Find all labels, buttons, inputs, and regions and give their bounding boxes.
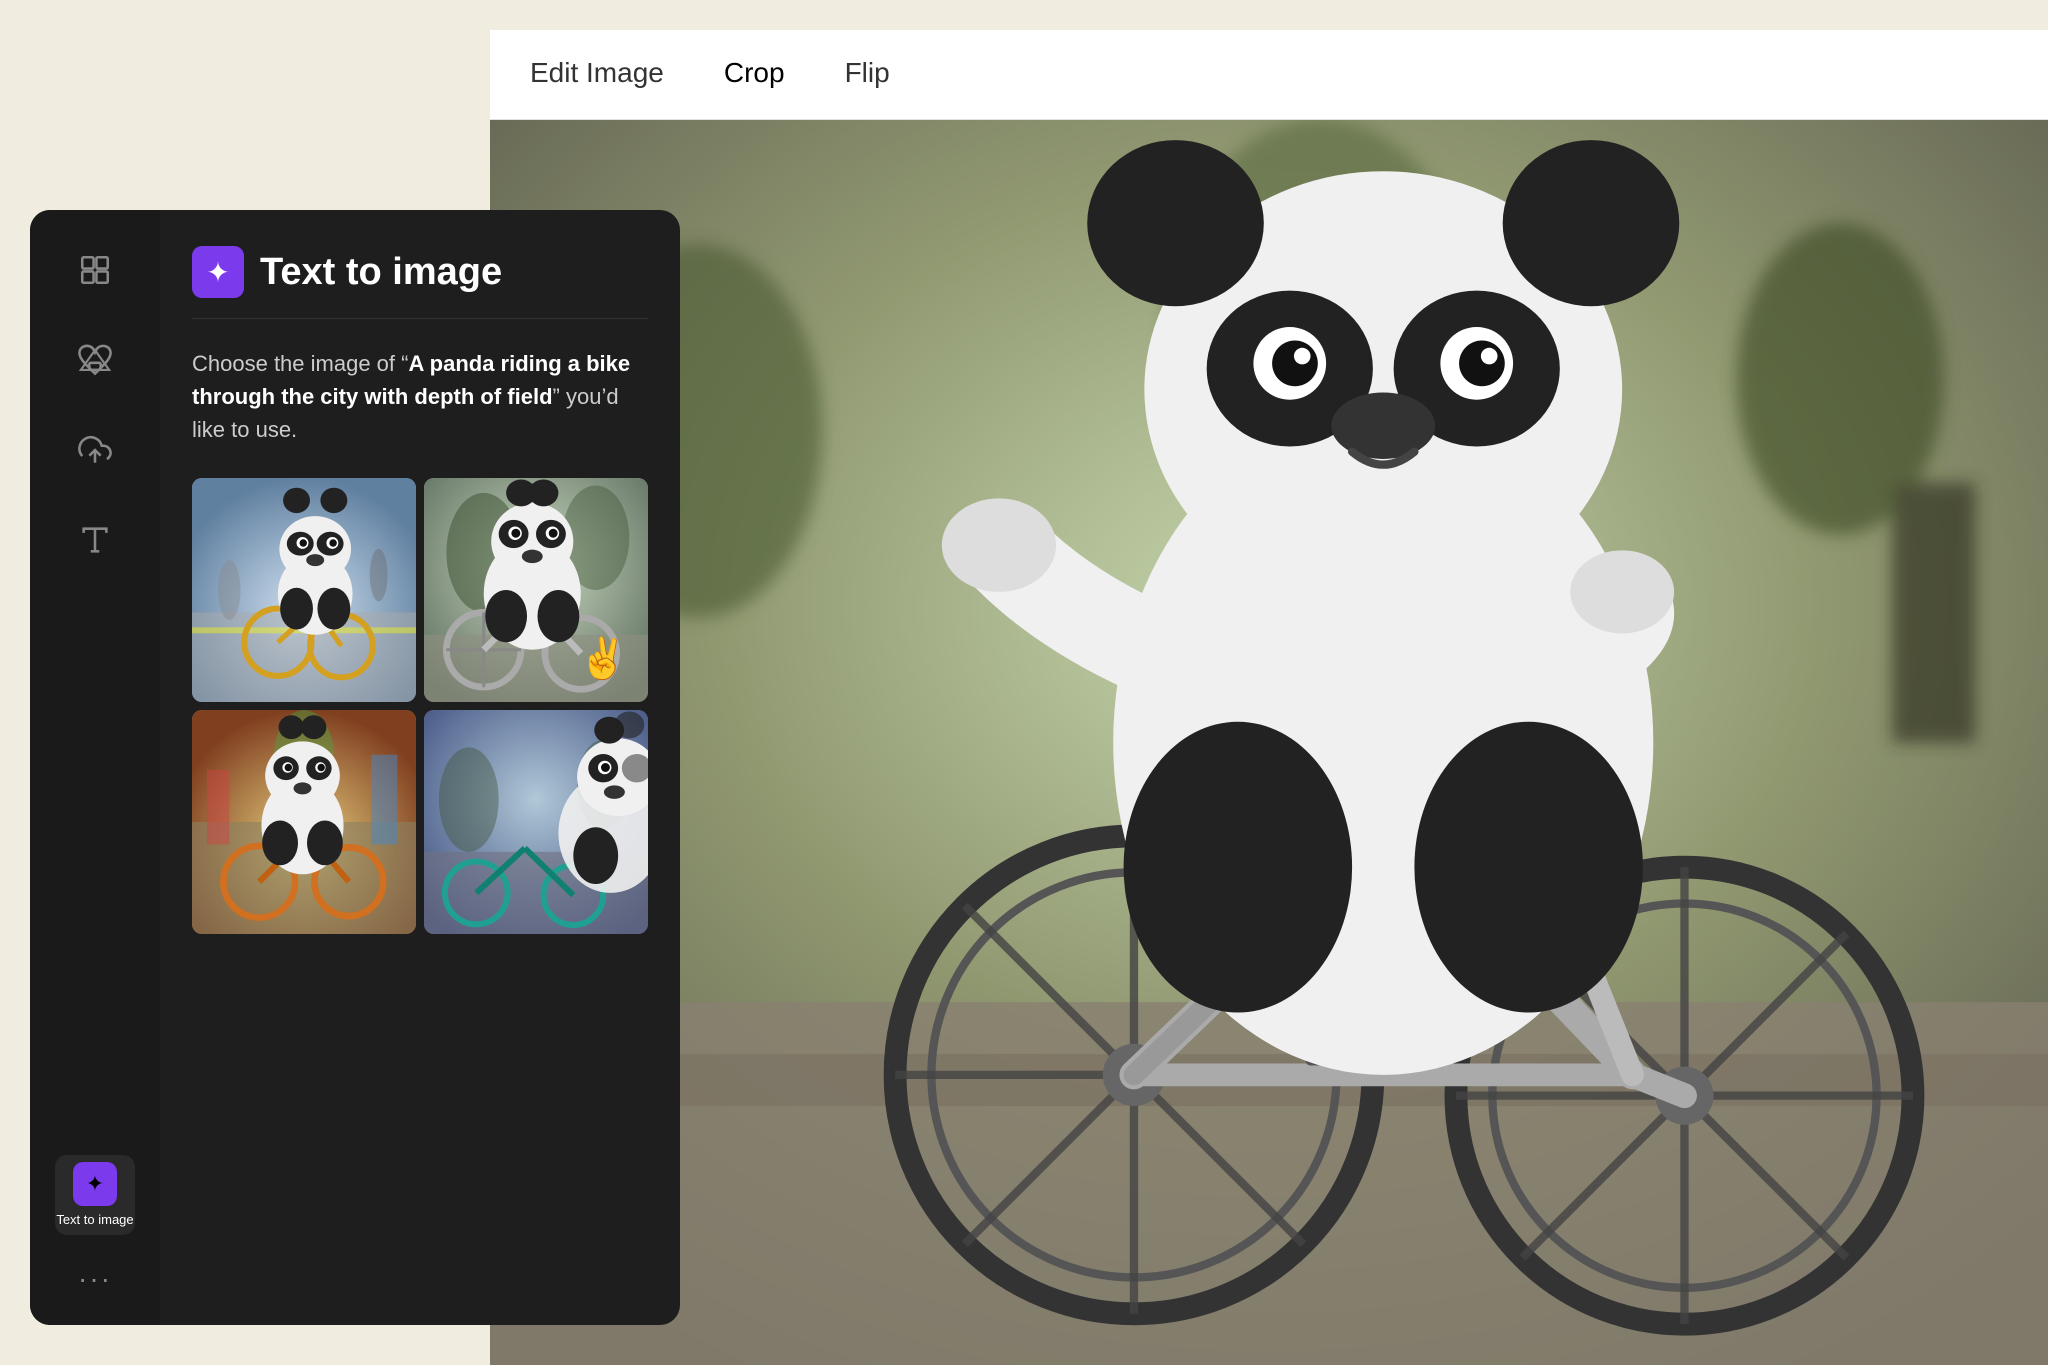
image-option-1[interactable] <box>192 478 416 702</box>
text-icon <box>78 523 112 557</box>
sidebar-item-text-to-image[interactable]: ✦ Text to image <box>55 1155 135 1235</box>
panda-thumb-1 <box>192 478 416 702</box>
panda-thumb-2 <box>424 478 648 702</box>
tti-description: Choose the image of “A panda riding a bi… <box>192 347 648 446</box>
panda-thumb-4 <box>424 710 648 934</box>
tab-flip[interactable]: Flip <box>845 49 890 100</box>
image-option-3[interactable] <box>192 710 416 934</box>
tti-panel: ✦ Text to image Choose the image of “A p… <box>160 210 680 1325</box>
tab-edit-image[interactable]: Edit Image <box>530 49 664 100</box>
sidebar-item-text[interactable] <box>55 500 135 580</box>
icon-rail: ✦ Text to image ··· <box>30 210 160 1325</box>
tti-divider <box>192 318 648 319</box>
image-option-2[interactable]: ✌ <box>424 478 648 702</box>
sidebar-item-label: Text to image <box>56 1212 133 1228</box>
tab-crop[interactable]: Crop <box>724 49 785 100</box>
tti-icon-symbol: ✦ <box>206 256 229 289</box>
layout-icon <box>78 253 112 287</box>
panda-illustration <box>490 120 2048 1365</box>
sidebar-item-elements[interactable] <box>55 320 135 400</box>
upload-icon <box>78 433 112 467</box>
panda-thumb-3 <box>192 710 416 934</box>
image-grid: ✌ <box>192 478 648 934</box>
tti-icon: ✦ <box>192 246 244 298</box>
sidebar-item-layout[interactable] <box>55 230 135 310</box>
tti-title: Text to image <box>260 251 502 294</box>
tti-prompt: A panda riding a bike through the city w… <box>192 351 630 409</box>
tti-sidebar-icon: ✦ <box>73 1162 117 1206</box>
tti-header: ✦ Text to image <box>192 246 648 298</box>
sidebar-item-upload[interactable] <box>55 410 135 490</box>
more-options[interactable]: ··· <box>68 1253 122 1305</box>
elements-icon <box>78 343 112 377</box>
main-panda-scene <box>490 120 2048 1365</box>
sidebar-panel: ✦ Text to image ··· ✦ Text to image Choo… <box>30 210 680 1325</box>
image-option-4[interactable] <box>424 710 648 934</box>
top-toolbar: Edit Image Crop Flip <box>490 30 2048 120</box>
